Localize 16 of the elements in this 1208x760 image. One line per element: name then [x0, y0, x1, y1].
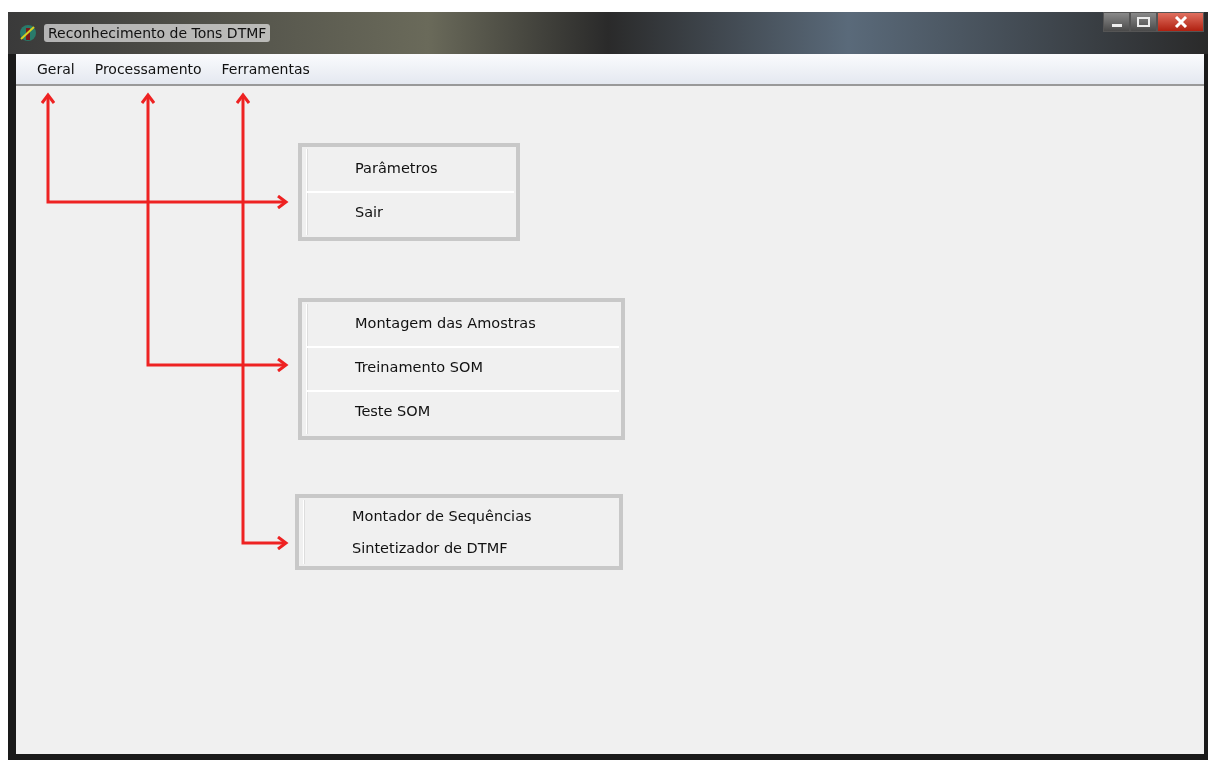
menu-option[interactable]: Sair — [306, 193, 514, 235]
menu-option[interactable]: Montagem das Amostras — [306, 304, 619, 348]
close-icon — [1173, 16, 1188, 28]
menu-item[interactable]: Processamento — [94, 61, 202, 77]
menu-option[interactable]: Teste SOM — [306, 392, 619, 434]
menu-item[interactable]: Ferramentas — [221, 61, 310, 77]
maximize-button[interactable] — [1130, 12, 1157, 32]
window-title: Reconhecimento de Tons DTMF — [44, 24, 271, 42]
menu-option[interactable]: Treinamento SOM — [306, 348, 619, 392]
menu-option[interactable]: Montador de Sequências — [303, 500, 617, 532]
menu-option[interactable]: Sintetizador de DTMF — [303, 532, 617, 564]
menu-item[interactable]: Geral — [37, 61, 75, 77]
close-button[interactable] — [1157, 12, 1204, 32]
menu-option[interactable]: Parâmetros — [306, 149, 514, 193]
app-icon — [18, 23, 38, 43]
minimize-button[interactable] — [1103, 12, 1130, 32]
